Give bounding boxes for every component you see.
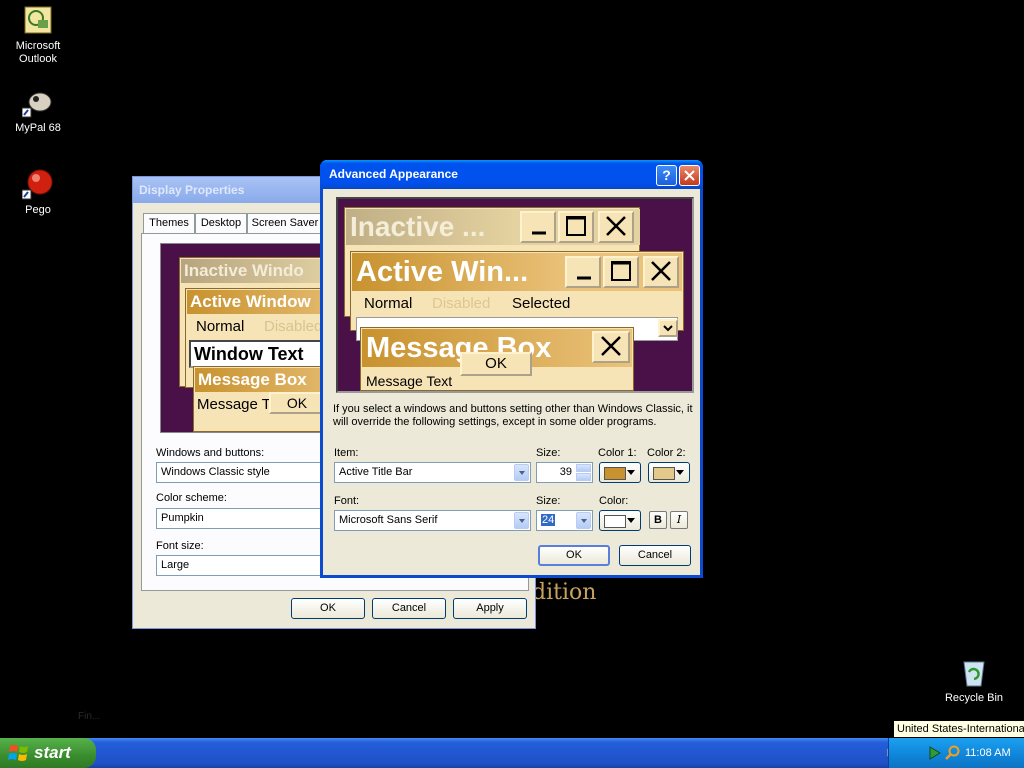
font-color-swatch: [604, 515, 626, 528]
italic-button[interactable]: I: [670, 511, 688, 529]
outlook-icon: [22, 4, 54, 36]
color1-picker[interactable]: [599, 462, 641, 483]
item-size-spinner[interactable]: 39: [536, 462, 593, 483]
window-title: Advanced Appearance: [329, 167, 458, 181]
preview-maximize-button: [558, 211, 594, 243]
tab-screen-saver[interactable]: Screen Saver: [247, 213, 323, 234]
preview-active-maximize: [603, 256, 639, 288]
appearance-preview: Inactive ... Active Win... Normal Disabl…: [336, 197, 694, 393]
advanced-appearance-titlebar[interactable]: Advanced Appearance ?: [320, 160, 703, 189]
start-button[interactable]: start: [0, 738, 96, 768]
item-label: Item:: [334, 447, 359, 459]
preview-active-title: Active Win...: [352, 253, 570, 291]
color-scheme-label: Color scheme:: [156, 492, 227, 504]
chevron-down-icon: [627, 518, 635, 523]
clock[interactable]: 11:08 AM: [965, 738, 1011, 768]
desktop-icon-outlook[interactable]: Microsoft Outlook: [0, 4, 76, 66]
color2-swatch: [653, 467, 675, 480]
taskbar: start 11:08 AM: [0, 738, 1024, 768]
apply-button[interactable]: Apply: [453, 598, 527, 619]
search-icon[interactable]: [945, 745, 961, 761]
preview-message-text: Message T: [197, 396, 271, 413]
network-icon[interactable]: [927, 745, 943, 761]
color1-label: Color 1:: [598, 447, 637, 459]
chevron-down-icon: [627, 470, 635, 475]
preview-normal-text: Normal: [364, 295, 413, 312]
help-button[interactable]: ?: [656, 165, 677, 186]
ok-button[interactable]: OK: [291, 598, 365, 619]
preview-active-title: Active Window: [187, 290, 341, 314]
windows-buttons-label: Windows and buttons:: [156, 447, 265, 459]
spinner-up-icon[interactable]: [576, 464, 591, 472]
chevron-down-icon: [576, 512, 591, 529]
pego-icon: [21, 168, 54, 200]
system-tray: 11:08 AM: [888, 738, 1024, 768]
spinner-down-icon[interactable]: [576, 473, 591, 481]
language-tooltip: United States-International: [893, 720, 1024, 738]
preview-active-close: [643, 256, 679, 288]
recycle-bin-icon: [958, 656, 990, 688]
help-icon: ?: [662, 167, 671, 183]
font-color-label: Color:: [599, 495, 629, 507]
font-size-select[interactable]: Large: [156, 555, 336, 576]
color2-label: Color 2:: [647, 447, 686, 459]
desktop-icon-recycle-bin[interactable]: Recycle Bin: [936, 656, 1012, 705]
wallpaper-small-text: Fin...: [78, 711, 101, 722]
tab-desktop[interactable]: Desktop: [195, 213, 247, 234]
mypal-icon: [21, 86, 54, 118]
preview-inactive-title: Inactive Windo: [181, 259, 341, 283]
windows-logo-icon: [8, 745, 28, 761]
desktop-icon-label: MyPal 68: [15, 122, 61, 134]
preview-disabled-text: Disabled: [264, 318, 323, 335]
font-color-picker[interactable]: [599, 510, 641, 531]
window-title: Display Properties: [139, 183, 245, 197]
preview-ok-button: OK: [269, 392, 325, 414]
preview-disabled-text: Disabled: [432, 295, 491, 312]
wallpaper-text: dition: [532, 580, 597, 605]
item-size-label: Size:: [536, 447, 561, 459]
chevron-down-icon: [676, 470, 684, 475]
appearance-preview: Inactive Windo Active Window Normal Disa…: [160, 243, 342, 433]
desktop-icon-pego[interactable]: Pego: [0, 168, 76, 217]
color1-swatch: [604, 467, 626, 480]
font-size-label: Font size:: [156, 540, 204, 552]
bold-button[interactable]: B: [649, 511, 667, 529]
info-text: If you select a windows and buttons sett…: [333, 403, 693, 428]
font-size-label: Size:: [536, 495, 561, 507]
windows-buttons-select[interactable]: Windows Classic style: [156, 462, 336, 483]
desktop-icon-label: Microsoft Outlook: [15, 40, 61, 65]
preview-minimize-button: [520, 211, 556, 243]
color-scheme-select[interactable]: Pumpkin: [156, 508, 336, 529]
desktop-icon-label: Pego: [25, 204, 51, 216]
item-select[interactable]: Active Title Bar: [334, 462, 531, 483]
preview-selected-text: Selected: [512, 295, 571, 312]
preview-message-text: Message Text: [366, 373, 453, 389]
advanced-appearance-window: Advanced Appearance ? Inactive ... Activ…: [320, 160, 703, 578]
preview-close-button: [598, 211, 634, 243]
font-select[interactable]: Microsoft Sans Serif: [334, 510, 531, 531]
ok-button[interactable]: OK: [538, 545, 610, 566]
preview-normal-text: Normal: [196, 318, 245, 335]
close-button[interactable]: [679, 165, 700, 186]
tab-themes[interactable]: Themes: [143, 213, 195, 234]
preview-ok-button: OK: [460, 352, 532, 376]
close-icon: [684, 170, 695, 181]
color2-picker[interactable]: [648, 462, 690, 483]
preview-message-close: [592, 331, 630, 363]
preview-inactive-title: Inactive ...: [346, 209, 516, 245]
start-label: start: [34, 743, 71, 762]
chevron-down-icon: [514, 512, 529, 529]
font-size-select[interactable]: 24: [536, 510, 593, 531]
desktop-icon-label: Recycle Bin: [944, 692, 1004, 704]
cancel-button[interactable]: Cancel: [372, 598, 446, 619]
chevron-down-icon: [514, 464, 529, 481]
cancel-button[interactable]: Cancel: [619, 545, 691, 566]
font-label: Font:: [334, 495, 360, 507]
desktop-icon-mypal[interactable]: MyPal 68: [0, 86, 76, 135]
preview-scroll-arrow: [658, 319, 678, 337]
preview-active-minimize: [565, 256, 601, 288]
